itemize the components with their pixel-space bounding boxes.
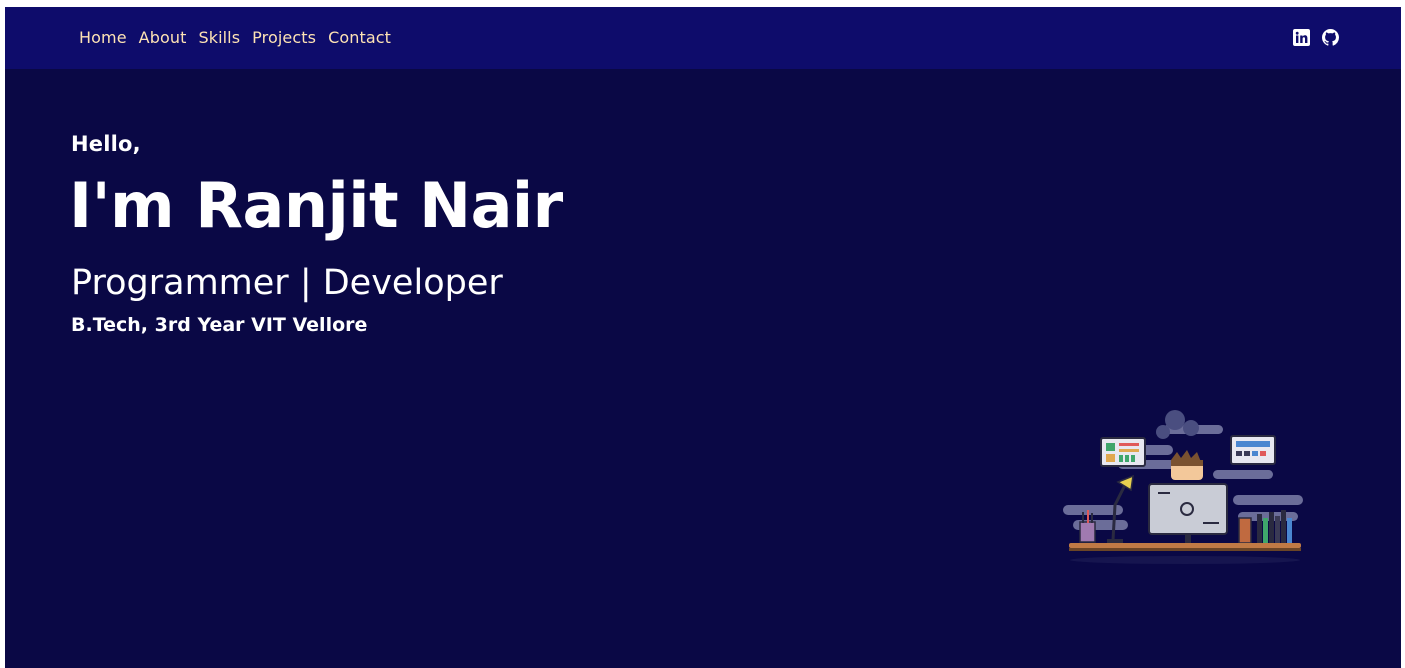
- nav-links: Home About Skills Projects Contact: [79, 28, 403, 47]
- nav-about-link[interactable]: About: [139, 28, 187, 47]
- github-icon[interactable]: [1322, 29, 1339, 46]
- developer-desk-illustration: [1063, 410, 1303, 564]
- hero-role: Programmer | Developer: [71, 263, 503, 303]
- navbar: Home About Skills Projects Contact: [5, 7, 1401, 69]
- page-frame: Home About Skills Projects Contact Hello…: [5, 7, 1401, 668]
- nav-contact-link[interactable]: Contact: [328, 28, 391, 47]
- nav-skills-link[interactable]: Skills: [198, 28, 240, 47]
- hero-section: Hello, I'm Ranjit Nair Programmer | Deve…: [69, 132, 563, 336]
- social-links: [1293, 29, 1339, 46]
- hero-education: B.Tech, 3rd Year VIT Vellore: [71, 314, 368, 336]
- hero-name: I'm Ranjit Nair: [69, 169, 563, 242]
- hero-greeting: Hello,: [71, 132, 141, 156]
- linkedin-icon[interactable]: [1293, 29, 1310, 46]
- nav-projects-link[interactable]: Projects: [252, 28, 316, 47]
- nav-home-link[interactable]: Home: [79, 28, 127, 47]
